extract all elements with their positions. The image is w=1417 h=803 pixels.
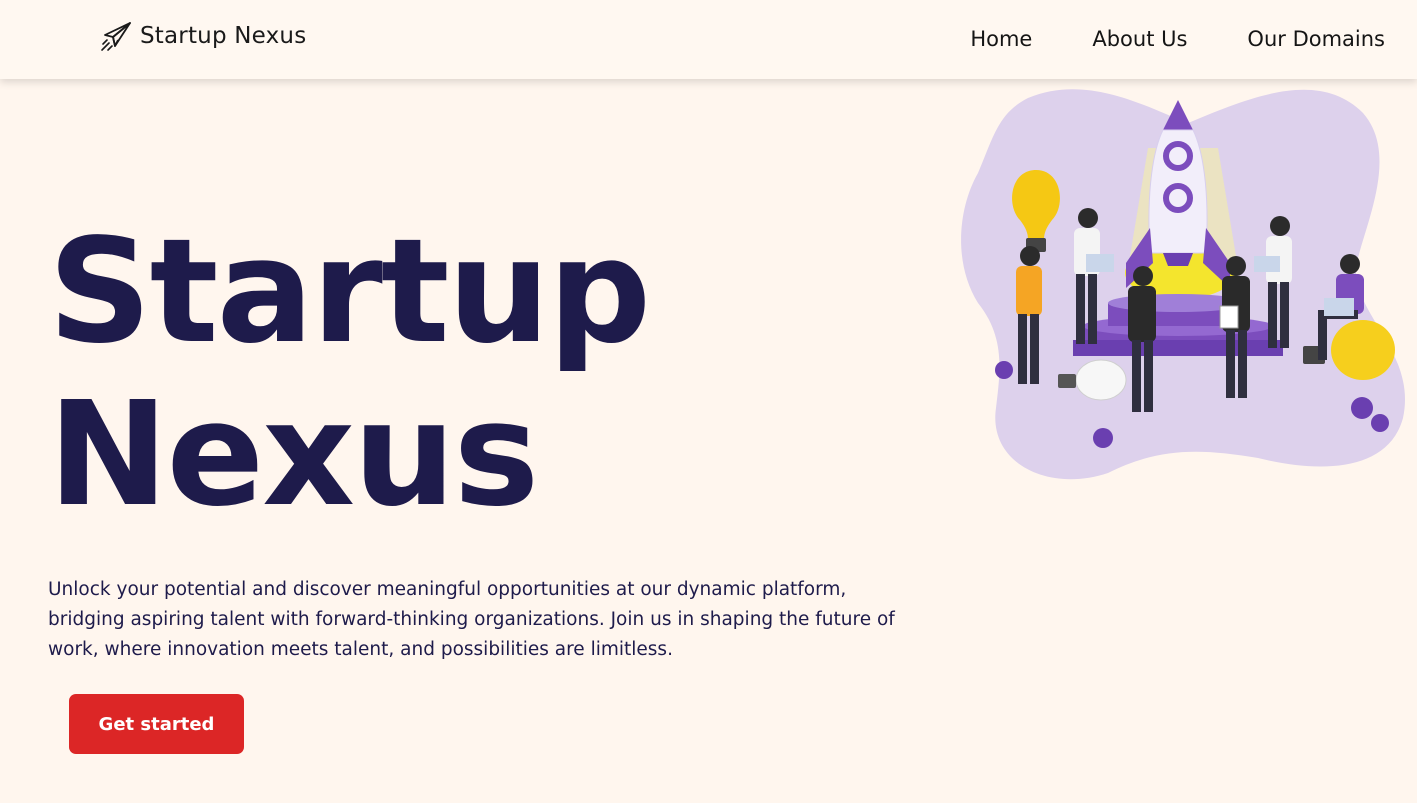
get-started-button[interactable]: Get started xyxy=(69,694,244,754)
nav-link-about-us[interactable]: About Us xyxy=(1092,24,1187,54)
navbar: Startup Nexus Home About Us Our Domains xyxy=(0,0,1417,79)
nav-link-our-domains[interactable]: Our Domains xyxy=(1247,24,1385,54)
nav-menu: Home About Us Our Domains xyxy=(910,24,1385,54)
brand-link[interactable]: Startup Nexus xyxy=(100,20,306,52)
hero-description: Unlock your potential and discover meani… xyxy=(48,579,895,660)
nav-link-home[interactable]: Home xyxy=(970,24,1032,54)
hero-title-line-1: Startup xyxy=(48,207,651,375)
paper-plane-icon xyxy=(101,22,131,51)
brand-name: Startup Nexus xyxy=(140,23,307,49)
hero-title: Startup Nexus xyxy=(48,207,651,538)
rocket-team-illustration xyxy=(961,89,1405,480)
hero-title-line-2: Nexus xyxy=(48,370,539,538)
